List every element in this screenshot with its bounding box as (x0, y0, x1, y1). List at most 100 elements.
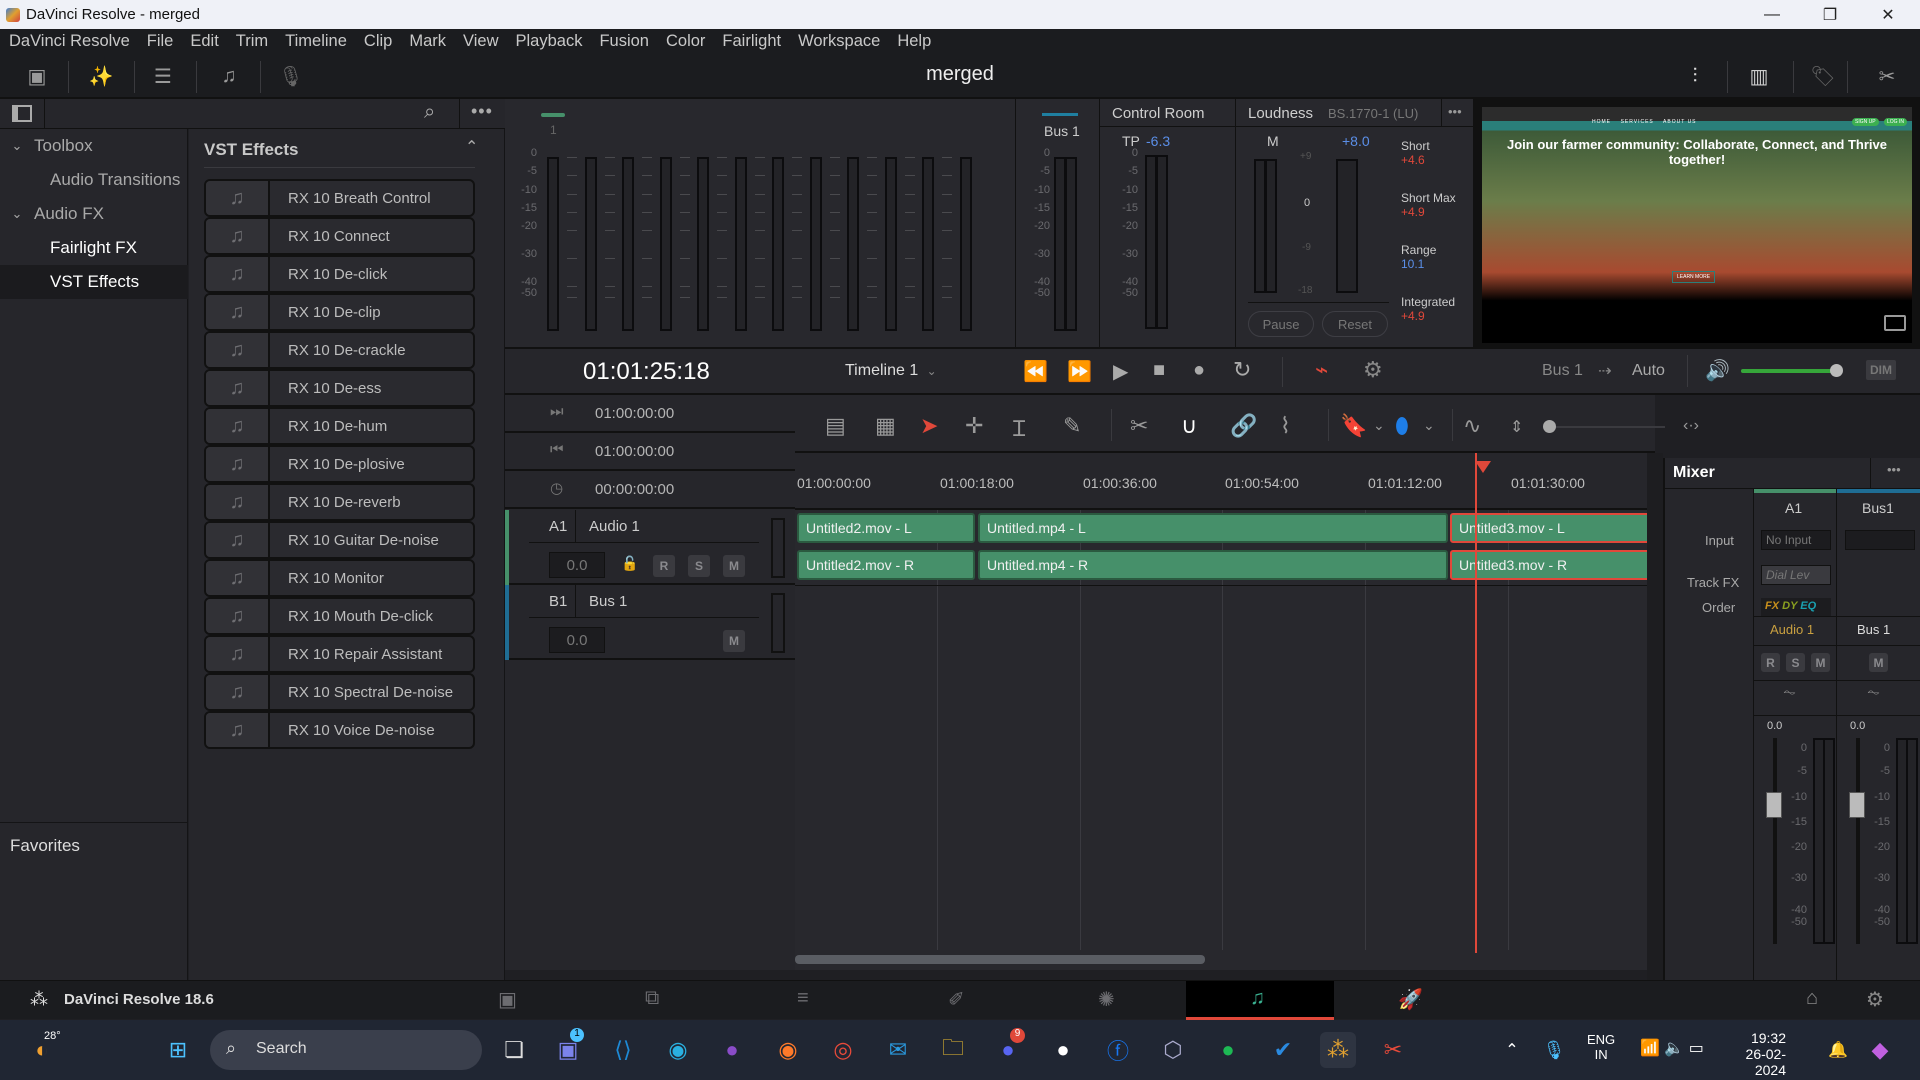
record-arm-button[interactable]: R (1761, 653, 1780, 672)
language-indicator[interactable]: ENG IN (1587, 1032, 1615, 1062)
menu-color[interactable]: Color (657, 32, 713, 51)
clock[interactable]: 19:32 26-02-2024 (1730, 1030, 1786, 1078)
record-arm-button[interactable]: R (653, 555, 675, 577)
mixer-options-icon[interactable]: ••• (1887, 462, 1901, 477)
collapse-chevron-icon[interactable]: ⌃ (465, 137, 478, 157)
automation-settings-icon[interactable]: ⚙ (1363, 357, 1383, 383)
vertical-zoom-slider[interactable] (1545, 426, 1665, 428)
clip-selected[interactable]: Untitled3.mov - R (1450, 550, 1650, 580)
timeline-area[interactable]: Untitled2.mov - L Untitled.mp4 - L Untit… (795, 453, 1650, 970)
vertical-zoom-icon[interactable]: ⇕ (1510, 417, 1523, 437)
processing-order[interactable]: FX DY EQ (1761, 598, 1831, 616)
playhead-handle[interactable] (1475, 461, 1491, 473)
sidebar-item-audio-fx[interactable]: ⌄ Audio FX (0, 197, 188, 231)
network-volume-battery[interactable]: 📶 🔈 ▭ (1640, 1038, 1704, 1058)
track-volume[interactable]: 0.0 (549, 627, 605, 653)
track-fx-slot[interactable]: Dial Lev (1761, 565, 1831, 585)
track-header-a1[interactable]: A1 Audio 1 0.0 🔓 R S M (509, 510, 795, 585)
sidebar-item-vst-effects[interactable]: VST Effects (0, 265, 188, 299)
track-name[interactable]: Audio 1 (589, 518, 640, 535)
github-desktop-icon[interactable]: ● (714, 1032, 750, 1068)
menu-fairlight[interactable]: Fairlight (713, 32, 789, 51)
meters-icon[interactable]: ▥ (1744, 61, 1774, 91)
close-button[interactable]: ✕ (1859, 0, 1917, 29)
edit-page-icon[interactable]: ≡ (797, 987, 809, 1010)
clip[interactable]: Untitled.mp4 - R (978, 550, 1448, 580)
menu-davinci-resolve[interactable]: DaVinci Resolve (0, 32, 138, 51)
fx-item[interactable]: ♫ RX 10 Voice De-noise (204, 711, 475, 749)
chevron-down-icon[interactable]: ⌄ (1373, 417, 1385, 434)
timeline-selector[interactable]: Timeline 1 ⌄ (845, 362, 937, 380)
clip[interactable]: Untitled2.mov - L (797, 513, 975, 543)
virtualbox-icon[interactable]: ⬡ (1155, 1032, 1191, 1068)
firefox-icon[interactable]: ◉ (770, 1032, 806, 1068)
grid-view-icon[interactable]: ▦ (875, 413, 896, 439)
vscode-icon[interactable]: ⟨⟩ (605, 1032, 641, 1068)
edge-icon[interactable]: ◉ (660, 1032, 696, 1068)
mute-button[interactable]: M (1811, 653, 1830, 672)
dynamics-curve-icon[interactable]: ⏦ (1867, 684, 1880, 702)
output-auto-label[interactable]: Auto (1632, 362, 1665, 380)
start-button[interactable]: ⊞ (160, 1032, 196, 1068)
search-icon[interactable]: ⌕ (424, 101, 435, 124)
chrome-icon[interactable]: ◎ (825, 1032, 861, 1068)
menu-mark[interactable]: Mark (400, 32, 454, 51)
restore-button[interactable]: ❐ (1801, 0, 1859, 29)
fx-item[interactable]: ♫ RX 10 Guitar De-noise (204, 521, 475, 559)
fx-item[interactable]: ♫ RX 10 Breath Control (204, 179, 475, 217)
inspector-icon[interactable]: ✂ (1872, 61, 1902, 91)
input-selector-bus1[interactable] (1845, 530, 1915, 550)
fx-item[interactable]: ♫ RX 10 Spectral De-noise (204, 673, 475, 711)
metadata-icon[interactable]: 🏷 (1808, 61, 1838, 91)
mute-button[interactable]: M (1869, 653, 1888, 672)
settings-icon[interactable]: ⚙ (1866, 987, 1884, 1012)
tray-overflow-icon[interactable]: ⌃ (1494, 1032, 1530, 1068)
range-tool-icon[interactable]: ✛ (965, 413, 983, 439)
clip-selected[interactable]: Untitled3.mov - L (1450, 513, 1650, 543)
fusion-page-icon[interactable]: ✐ (948, 987, 965, 1012)
clip[interactable]: Untitled2.mov - R (797, 550, 975, 580)
edit-selection-icon[interactable]: Ɪ (1013, 413, 1025, 443)
menu-timeline[interactable]: Timeline (276, 32, 355, 51)
vertical-zoom-knob[interactable] (1543, 420, 1556, 433)
davinci-taskbar-icon[interactable]: ⁂ (1320, 1032, 1356, 1068)
input-selector-a1[interactable]: No Input (1761, 530, 1831, 550)
current-timecode[interactable]: 01:01:25:18 (583, 358, 710, 386)
cut-page-icon[interactable]: ⧉ (645, 987, 659, 1010)
pause-button[interactable]: Pause (1248, 311, 1314, 337)
sidebar-toggle-icon[interactable] (12, 105, 32, 122)
mute-button[interactable]: M (723, 555, 745, 577)
timeline-ruler[interactable]: 01:00:00:00 01:00:18:00 01:00:36:00 01:0… (795, 453, 1655, 510)
monitor-volume-slider[interactable] (1741, 369, 1841, 373)
track-volume[interactable]: 0.0 (549, 552, 605, 578)
fx-item[interactable]: ♫ RX 10 Connect (204, 217, 475, 255)
record-button[interactable]: ● (1193, 359, 1205, 382)
horizontal-zoom-icon[interactable]: ‹·› (1683, 417, 1699, 435)
automation-curve-icon[interactable]: ⌇ (1280, 413, 1291, 439)
menu-help[interactable]: Help (888, 32, 939, 51)
strip-name-a1[interactable]: Audio 1 (1770, 622, 1814, 637)
media-page-icon[interactable]: ▣ (498, 987, 517, 1012)
selection-tool-icon[interactable]: ➤ (920, 413, 938, 439)
dim-button[interactable]: DIM (1866, 360, 1896, 380)
notification-bell-icon[interactable]: 🔔 (1820, 1032, 1856, 1068)
loop-button[interactable]: ↻ (1233, 357, 1251, 383)
menu-fusion[interactable]: Fusion (590, 32, 657, 51)
fx-item[interactable]: ♫ RX 10 De-reverb (204, 483, 475, 521)
play-button[interactable]: ▶ (1113, 359, 1128, 384)
mixer-toggle-icon[interactable]: ⫶ (1680, 61, 1710, 91)
chevron-down-icon[interactable]: ⌄ (1423, 417, 1435, 434)
menu-workspace[interactable]: Workspace (789, 32, 888, 51)
fx-item[interactable]: ♫ RX 10 De-crackle (204, 331, 475, 369)
snipping-tool-icon[interactable]: ✂ (1375, 1032, 1411, 1068)
dynamics-curve-icon[interactable]: ⏦ (1783, 684, 1796, 702)
stop-button[interactable]: ■ (1153, 359, 1165, 382)
github-icon[interactable]: ● (1045, 1032, 1081, 1068)
track-header-b1[interactable]: B1 Bus 1 0.0 M (509, 585, 795, 660)
track-view-icon[interactable]: ▤ (825, 413, 846, 439)
speaker-icon[interactable]: 🔊 (1705, 358, 1730, 383)
in-point-timecode[interactable]: 01:00:00:00 (595, 405, 674, 422)
menu-edit[interactable]: Edit (181, 32, 226, 51)
reset-button[interactable]: Reset (1322, 311, 1388, 337)
file-explorer-icon[interactable]: 🗀 (935, 1032, 971, 1068)
